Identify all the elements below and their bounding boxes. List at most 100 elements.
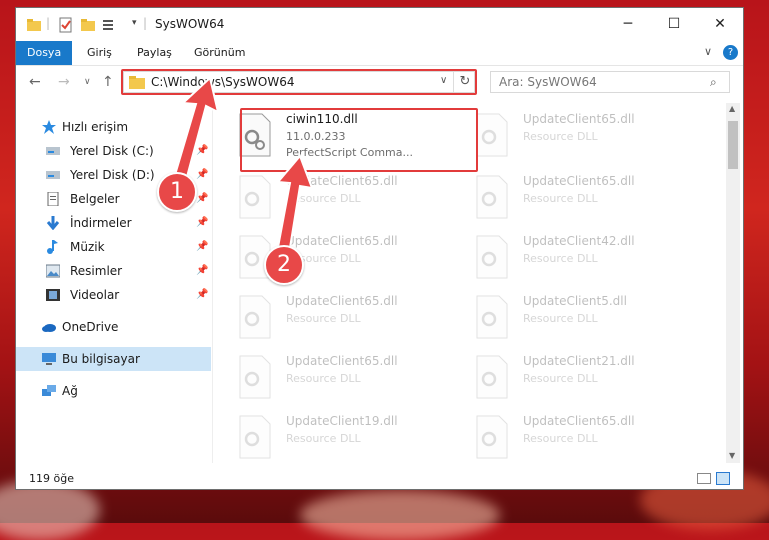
tab-dosya[interactable]: Dosya	[16, 41, 73, 65]
sidebar-item-label: İndirmeler	[70, 216, 132, 230]
dll-file-icon	[476, 415, 508, 459]
sidebar-item-local-disk-c[interactable]: Yerel Disk (C:) 📌	[16, 139, 211, 163]
star-icon	[42, 120, 56, 134]
customize-icon[interactable]	[102, 17, 118, 33]
sidebar-item-label: Yerel Disk (C:)	[70, 144, 154, 158]
sidebar-item-label: Hızlı erişim	[62, 120, 129, 134]
navigation-pane: Hızlı erişim Yerel Disk (C:) 📌 Yerel Dis…	[16, 103, 213, 463]
sidebar-item-quick-access[interactable]: Hızlı erişim	[16, 115, 211, 139]
file-type: Resource DLL	[286, 372, 361, 385]
recent-locations-chevron-icon[interactable]: ∨	[84, 77, 91, 87]
pin-icon[interactable]: 📌	[196, 139, 208, 163]
pin-icon[interactable]: 📌	[196, 259, 208, 283]
download-icon	[46, 216, 60, 230]
maximize-button[interactable]: ☐	[651, 8, 697, 41]
window-title: SysWOW64	[155, 17, 225, 31]
file-type: Resource DLL	[523, 192, 598, 205]
computer-icon	[42, 353, 56, 365]
chevron-down-icon[interactable]: ▾	[132, 18, 137, 28]
drive-icon	[46, 171, 60, 179]
pin-icon[interactable]: 📌	[196, 235, 208, 259]
file-item[interactable]: UpdateClient65.dll Resource DLL	[475, 171, 705, 229]
file-item[interactable]: UpdateClient65.dll Resource DLL	[475, 109, 705, 167]
step-badge-2: 2	[264, 245, 304, 285]
file-item[interactable]: UpdateClient65.dll Resource DLL	[238, 351, 468, 409]
file-type: Resource DLL	[523, 252, 598, 265]
search-input[interactable]: Ara: SysWOW64	[490, 71, 730, 93]
sidebar-item-pictures[interactable]: Resimler 📌	[16, 259, 211, 283]
file-name: UpdateClient65.dll	[286, 294, 398, 308]
pin-icon[interactable]: 📌	[196, 163, 208, 187]
sidebar-item-onedrive[interactable]: OneDrive	[16, 315, 211, 339]
help-icon[interactable]: ?	[723, 45, 738, 60]
pictures-icon	[46, 264, 60, 278]
forward-arrow-icon[interactable]: →	[58, 74, 70, 90]
file-item[interactable]: UpdateClient42.dll Resource DLL	[475, 231, 705, 289]
tab-giris[interactable]: Giriş	[76, 41, 123, 65]
file-item[interactable]: UpdateClient65.dll Resource DLL	[238, 171, 468, 229]
file-name: UpdateClient65.dll	[523, 174, 635, 188]
file-name: UpdateClient65.dll	[286, 174, 398, 188]
address-row: ← → ∨ ↑ C:\Windows\SysWOW64 ∨ ↻ Ara: Sys…	[16, 66, 743, 100]
sidebar-item-label: Müzik	[70, 240, 105, 254]
wallpaper-blob	[300, 490, 500, 540]
pin-icon[interactable]: 📌	[196, 187, 208, 211]
documents-icon	[47, 192, 59, 206]
sidebar-item-videos[interactable]: Videolar 📌	[16, 283, 211, 307]
file-type: Resource DLL	[286, 192, 361, 205]
file-item[interactable]: UpdateClient21.dll Resource DLL	[475, 351, 705, 409]
videos-icon	[46, 289, 60, 301]
file-type: Resource DLL	[286, 432, 361, 445]
properties-icon[interactable]	[58, 17, 74, 33]
up-arrow-icon[interactable]: ↑	[102, 74, 114, 90]
tab-gorunum[interactable]: Görünüm	[183, 41, 256, 65]
file-item[interactable]: UpdateClient5.dll Resource DLL	[475, 291, 705, 349]
drive-icon	[46, 147, 60, 155]
separator: |	[143, 16, 148, 30]
expand-ribbon-icon[interactable]: ∨	[704, 45, 712, 58]
sidebar-item-music[interactable]: Müzik 📌	[16, 235, 211, 259]
new-folder-icon[interactable]	[80, 17, 96, 33]
scrollbar-thumb[interactable]	[728, 121, 738, 169]
search-icon[interactable]: ⌕	[710, 75, 717, 90]
close-button[interactable]: ✕	[697, 8, 743, 41]
dll-file-icon	[476, 295, 508, 339]
details-view-icon[interactable]	[697, 473, 711, 484]
file-name: UpdateClient65.dll	[286, 234, 398, 248]
file-name: UpdateClient65.dll	[523, 414, 635, 428]
dll-file-icon	[476, 175, 508, 219]
pin-icon[interactable]: 📌	[196, 211, 208, 235]
sidebar-item-label: Videolar	[70, 288, 120, 302]
title-bar: | ▾ | SysWOW64 ─ ☐ ✕	[16, 8, 743, 41]
status-bar: 119 öğe	[16, 468, 743, 490]
minimize-button[interactable]: ─	[605, 8, 651, 41]
dll-file-icon	[239, 175, 271, 219]
back-arrow-icon[interactable]: ←	[29, 74, 41, 90]
dll-file-icon	[476, 113, 508, 157]
large-icons-view-icon[interactable]	[716, 472, 730, 485]
scroll-down-icon[interactable]: ▼	[729, 451, 735, 460]
network-icon	[42, 385, 56, 396]
file-name: UpdateClient21.dll	[523, 354, 635, 368]
explorer-window: | ▾ | SysWOW64 ─ ☐ ✕ Dosya Giriş Paylaş …	[15, 7, 744, 490]
file-name: UpdateClient19.dll	[286, 414, 398, 428]
sidebar-item-network[interactable]: Ağ	[16, 379, 211, 403]
file-item[interactable]: UpdateClient19.dll Resource DLL	[238, 411, 468, 469]
music-icon	[47, 240, 58, 254]
pin-icon[interactable]: 📌	[196, 283, 208, 307]
file-type: Resource DLL	[523, 312, 598, 325]
dll-file-icon	[239, 415, 271, 459]
file-name: UpdateClient65.dll	[523, 112, 635, 126]
address-highlight-box	[121, 69, 477, 95]
tab-paylas[interactable]: Paylaş	[126, 41, 183, 65]
scroll-up-icon[interactable]: ▲	[729, 104, 735, 113]
file-item[interactable]: UpdateClient65.dll Resource DLL	[475, 411, 705, 469]
dll-file-icon	[239, 355, 271, 399]
file-type: Resource DLL	[286, 312, 361, 325]
sidebar-item-label: OneDrive	[62, 320, 119, 334]
sidebar-item-downloads[interactable]: İndirmeler 📌	[16, 211, 211, 235]
file-highlight-box	[240, 108, 478, 172]
sidebar-item-this-pc[interactable]: Bu bilgisayar	[16, 347, 211, 371]
sidebar-item-label: Ağ	[62, 384, 78, 398]
file-item[interactable]: UpdateClient65.dll Resource DLL	[238, 291, 468, 349]
